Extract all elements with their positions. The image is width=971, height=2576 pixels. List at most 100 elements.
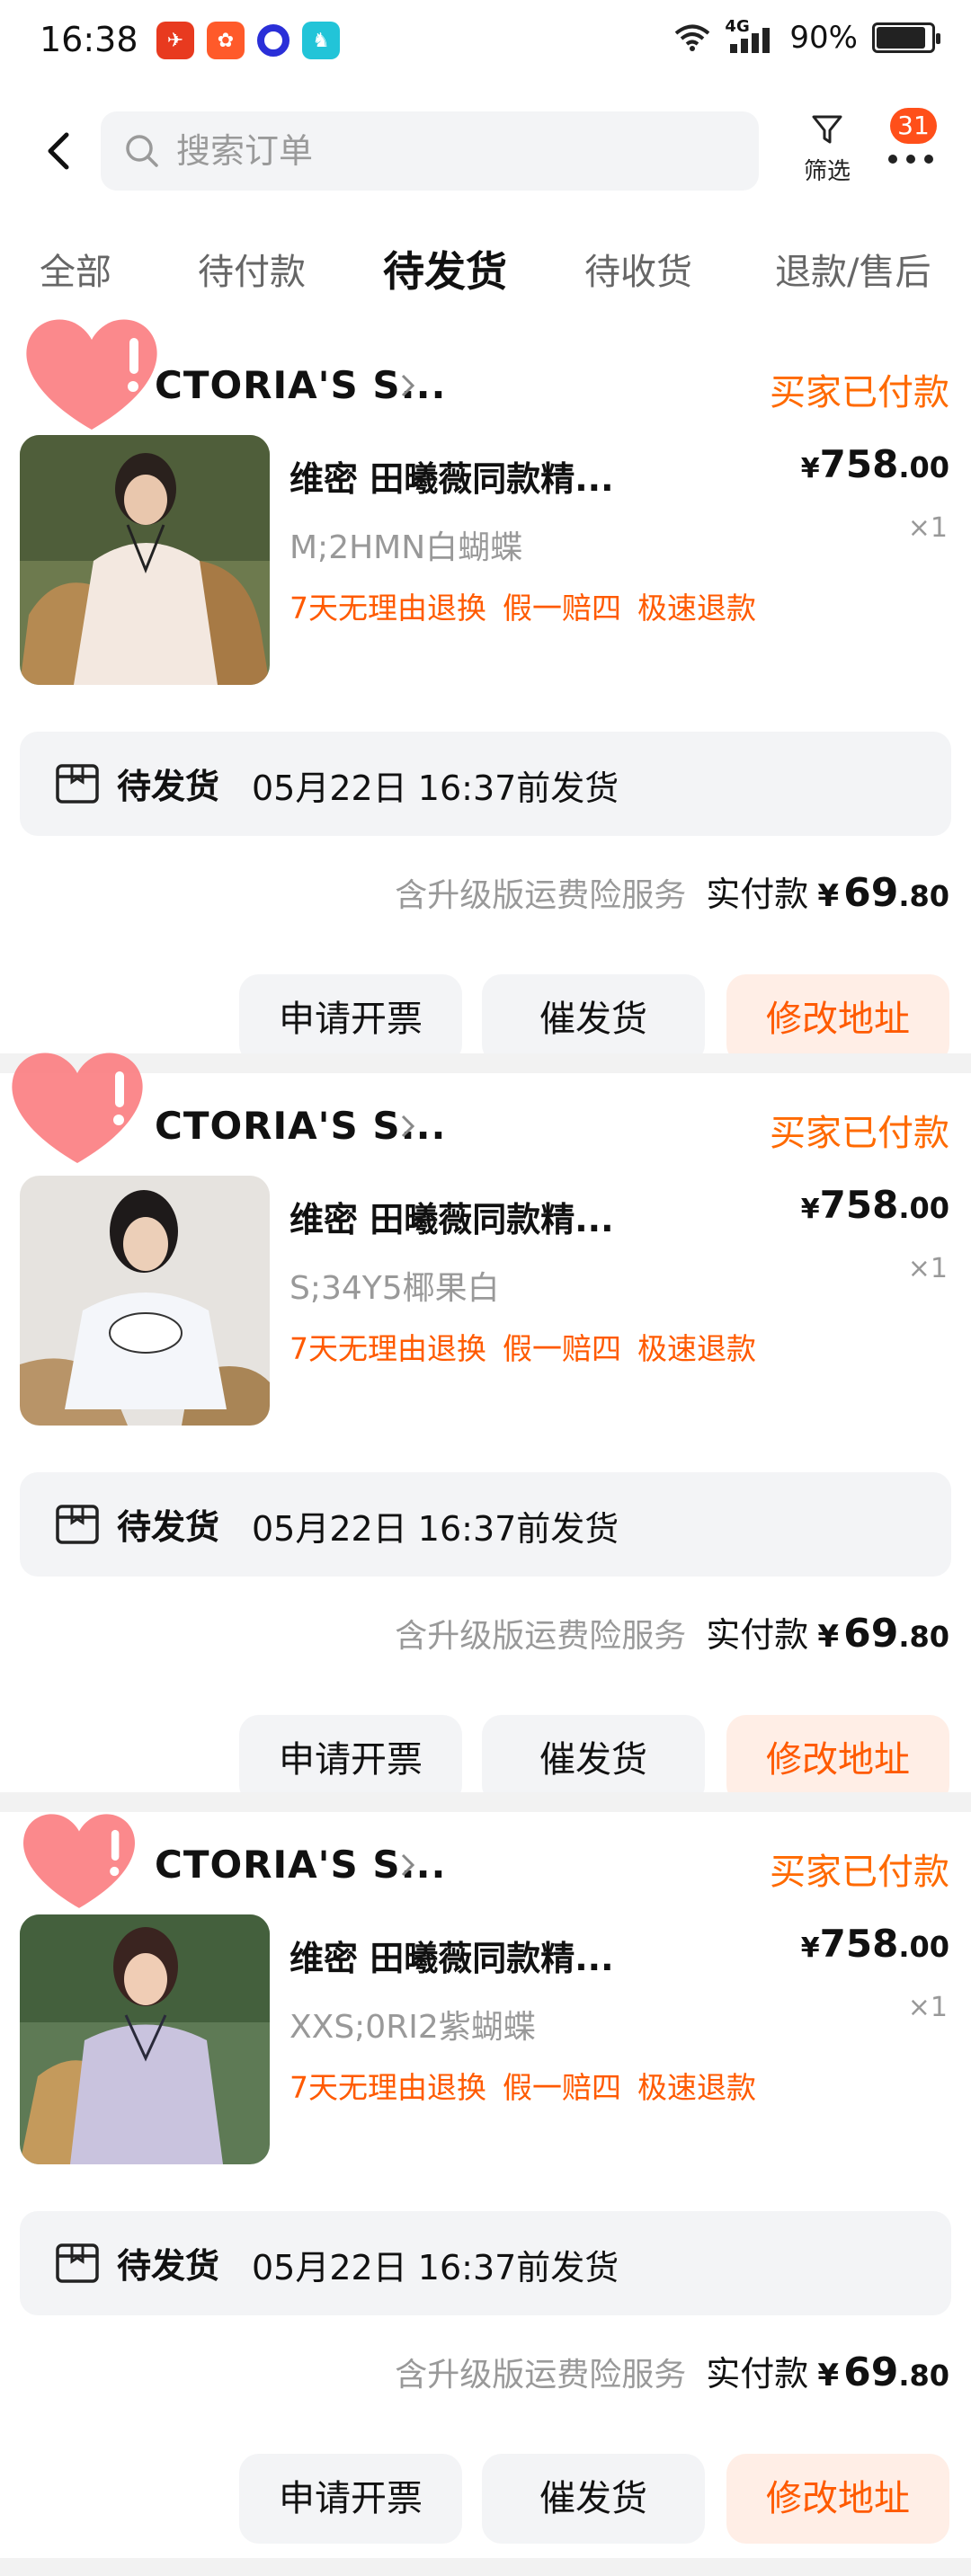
price-decimal: .00 — [898, 450, 949, 484]
notification-badge: 31 — [890, 108, 937, 144]
app-notification-icon — [257, 24, 290, 57]
package-icon — [56, 1505, 99, 1544]
tab-pending-shipment[interactable]: 待发货 — [383, 239, 507, 298]
product-title[interactable]: 维密 田曦薇同款精... — [290, 1192, 614, 1241]
app-notification-icon: ✈ — [156, 22, 194, 59]
apply-invoice-button[interactable]: 申请开票 — [239, 2454, 462, 2544]
service-tag: 极速退款 — [637, 591, 756, 626]
price-integer: 758 — [819, 442, 899, 486]
status-bar: 16:38 ✈ ✿ ♞ 4G 90% — [0, 0, 971, 86]
product-image[interactable] — [20, 1914, 270, 2164]
search-input[interactable] — [176, 131, 716, 171]
tab-pending-payment[interactable]: 待付款 — [198, 243, 306, 295]
product-image[interactable] — [20, 1176, 270, 1426]
insurance-service: 含升级版运费险服务 — [395, 2357, 687, 2394]
paid-label: 实付款 — [706, 2354, 809, 2394]
filter-button[interactable]: 筛选 — [791, 111, 863, 186]
filter-icon — [812, 115, 842, 144]
shipping-deadline: 05月22日 16:37前发货 — [252, 1509, 619, 1549]
product-image[interactable] — [20, 435, 270, 685]
more-dots-icon — [888, 155, 933, 164]
status-app-icons: ✈ ✿ ♞ — [156, 22, 340, 59]
price-currency: ¥ — [800, 1932, 820, 1964]
service-tag: 极速退款 — [637, 1331, 756, 1366]
payment-summary: 含升级版运费险服务 实付款 ¥ 69.80 — [395, 866, 949, 916]
heart-sticker-icon — [12, 1053, 143, 1163]
order-card: CTORIA'S S... 买家已付款 维密 田曦薇同款精... ¥758.00… — [0, 1053, 971, 1805]
order-divider — [0, 2558, 971, 2576]
shipping-info[interactable]: 待发货 05月22日 16:37前发货 — [20, 1472, 951, 1577]
tab-pending-receipt[interactable]: 待收货 — [584, 243, 692, 295]
chevron-right-icon — [401, 1853, 415, 1877]
payment-summary: 含升级版运费险服务 实付款 ¥ 69.80 — [395, 2346, 949, 2395]
package-icon — [56, 764, 99, 804]
paid-label: 实付款 — [706, 1615, 809, 1655]
price-currency: ¥ — [800, 1194, 820, 1225]
payment-summary: 含升级版运费险服务 实付款 ¥ 69.80 — [395, 1607, 949, 1657]
status-indicators: 4G 90% — [674, 17, 940, 56]
change-address-button[interactable]: 修改地址 — [726, 974, 949, 1064]
shop-row[interactable]: CTORIA'S S... 买家已付款 — [0, 1825, 971, 1905]
urge-shipment-button[interactable]: 催发货 — [482, 2454, 705, 2544]
wifi-icon — [675, 24, 710, 51]
service-tag: 7天无理由退换 — [290, 591, 486, 626]
service-tag: 极速退款 — [637, 2070, 756, 2105]
paid-amount: ¥ 69.80 — [817, 2349, 949, 2395]
chevron-right-icon — [401, 1115, 415, 1138]
battery-percent: 90% — [789, 20, 858, 56]
apply-invoice-button[interactable]: 申请开票 — [239, 974, 462, 1064]
urge-shipment-button[interactable]: 催发货 — [482, 974, 705, 1064]
cellular-signal-icon: 4G — [725, 17, 775, 53]
battery-icon — [872, 22, 940, 53]
network-type: 4G — [725, 17, 750, 36]
insurance-service: 含升级版运费险服务 — [395, 1618, 687, 1655]
paid-label: 实付款 — [706, 875, 809, 914]
shipping-status: 待发货 — [117, 767, 220, 806]
paid-amount: ¥ 69.80 — [817, 870, 949, 916]
product-sku: S;34Y5椰果白 — [290, 1270, 500, 1307]
shipping-info[interactable]: 待发货 05月22日 16:37前发货 — [20, 2211, 951, 2315]
status-time: 16:38 — [40, 20, 138, 59]
order-card: CTORIA'S S... 买家已付款 维密 田曦薇同款精... ¥758.00… — [0, 319, 971, 1064]
order-card: CTORIA'S S... 买家已付款 维密 田曦薇同款精... ¥758.00… — [0, 1814, 971, 2544]
order-tabs: 全部 待付款 待发货 待收货 退款/售后 — [0, 230, 971, 311]
tab-refund-aftersale[interactable]: 退款/售后 — [775, 243, 931, 295]
service-tag: 7天无理由退换 — [290, 1331, 486, 1366]
back-icon[interactable] — [36, 126, 81, 176]
urge-shipment-button[interactable]: 催发货 — [482, 1715, 705, 1805]
price-decimal: .00 — [898, 1191, 949, 1225]
change-address-button[interactable]: 修改地址 — [726, 2454, 949, 2544]
service-tag: 假一赔四 — [503, 1331, 621, 1366]
price-integer: 758 — [819, 1183, 899, 1227]
shipping-status: 待发货 — [117, 2246, 220, 2286]
chevron-right-icon — [401, 374, 415, 397]
service-tags: 7天无理由退换 假一赔四 极速退款 — [290, 1325, 756, 1368]
shipping-deadline: 05月22日 16:37前发货 — [252, 768, 619, 808]
order-status: 买家已付款 — [770, 372, 949, 413]
product-title[interactable]: 维密 田曦薇同款精... — [290, 451, 614, 501]
price-currency: ¥ — [800, 453, 820, 484]
shipping-info[interactable]: 待发货 05月22日 16:37前发货 — [20, 732, 951, 836]
product-quantity: ×1 — [907, 1992, 948, 2023]
apply-invoice-button[interactable]: 申请开票 — [239, 1715, 462, 1805]
product-quantity: ×1 — [907, 1253, 948, 1284]
app-notification-icon: ♞ — [302, 22, 340, 59]
price-decimal: .00 — [898, 1930, 949, 1964]
search-bar[interactable] — [101, 111, 759, 191]
product-sku: M;2HMN白蝴蝶 — [290, 529, 523, 566]
product-price: ¥758.00 — [801, 442, 949, 486]
tab-all[interactable]: 全部 — [40, 243, 111, 295]
service-tag: 7天无理由退换 — [290, 2070, 486, 2105]
product-price: ¥758.00 — [801, 1922, 949, 1966]
heart-sticker-icon — [26, 319, 157, 430]
order-status: 买家已付款 — [770, 1113, 949, 1154]
insurance-service: 含升级版运费险服务 — [395, 877, 687, 914]
battery-level — [877, 27, 925, 49]
service-tags: 7天无理由退换 假一赔四 极速退款 — [290, 584, 756, 627]
service-tag: 假一赔四 — [503, 2070, 621, 2105]
change-address-button[interactable]: 修改地址 — [726, 1715, 949, 1805]
more-menu-button[interactable]: 31 — [881, 108, 944, 189]
package-icon — [56, 2243, 99, 2283]
product-title[interactable]: 维密 田曦薇同款精... — [290, 1931, 614, 1980]
heart-sticker-icon — [22, 1814, 136, 1908]
